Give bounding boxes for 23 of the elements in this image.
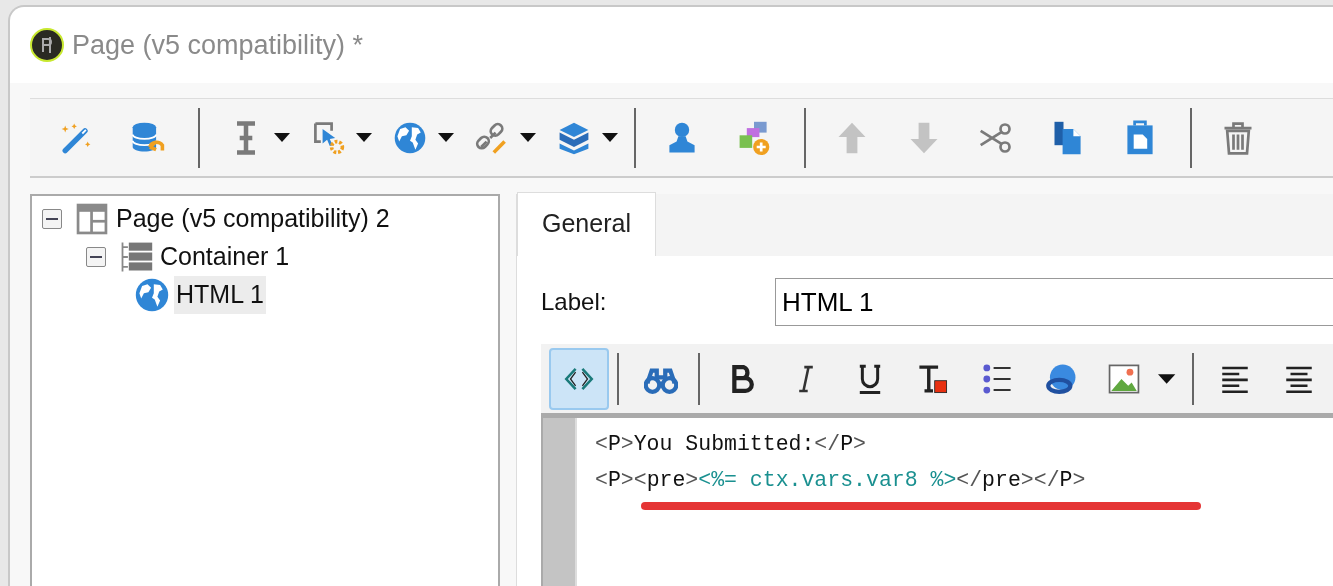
collapse-toggle[interactable]: [42, 209, 62, 229]
collapse-toggle[interactable]: [86, 247, 106, 267]
code-line: <P><pre><%= ctx.vars.var8 %></pre></P>: [595, 467, 1087, 494]
dropdown-caret-icon[interactable]: [602, 133, 618, 142]
page-layout-icon: [74, 201, 110, 237]
app-logo-icon: [30, 28, 64, 62]
globe-icon: [134, 277, 170, 313]
window-title: Page (v5 compatibility) *: [72, 28, 364, 62]
dropdown-caret-icon[interactable]: [520, 133, 536, 142]
dropdown-caret-icon[interactable]: [1158, 373, 1176, 384]
tab[interactable]: General: [517, 191, 656, 256]
dropdown-caret-icon[interactable]: [356, 133, 372, 142]
dropdown-caret-icon[interactable]: [438, 133, 454, 142]
source-code-button[interactable]: [549, 347, 609, 410]
minus-icon: [90, 256, 102, 258]
tree-item[interactable]: Page (v5 compatibility) 2: [114, 200, 392, 238]
dropdown-caret-icon[interactable]: [274, 133, 290, 142]
label-caption: Label:: [541, 287, 608, 317]
tree-item[interactable]: HTML 1: [174, 276, 266, 314]
minus-icon: [46, 218, 58, 220]
label-input-field[interactable]: HTML 1: [775, 278, 1333, 326]
tree-item[interactable]: Container 1: [158, 238, 292, 276]
code-line: <P>You Submitted:</P>: [595, 431, 867, 458]
